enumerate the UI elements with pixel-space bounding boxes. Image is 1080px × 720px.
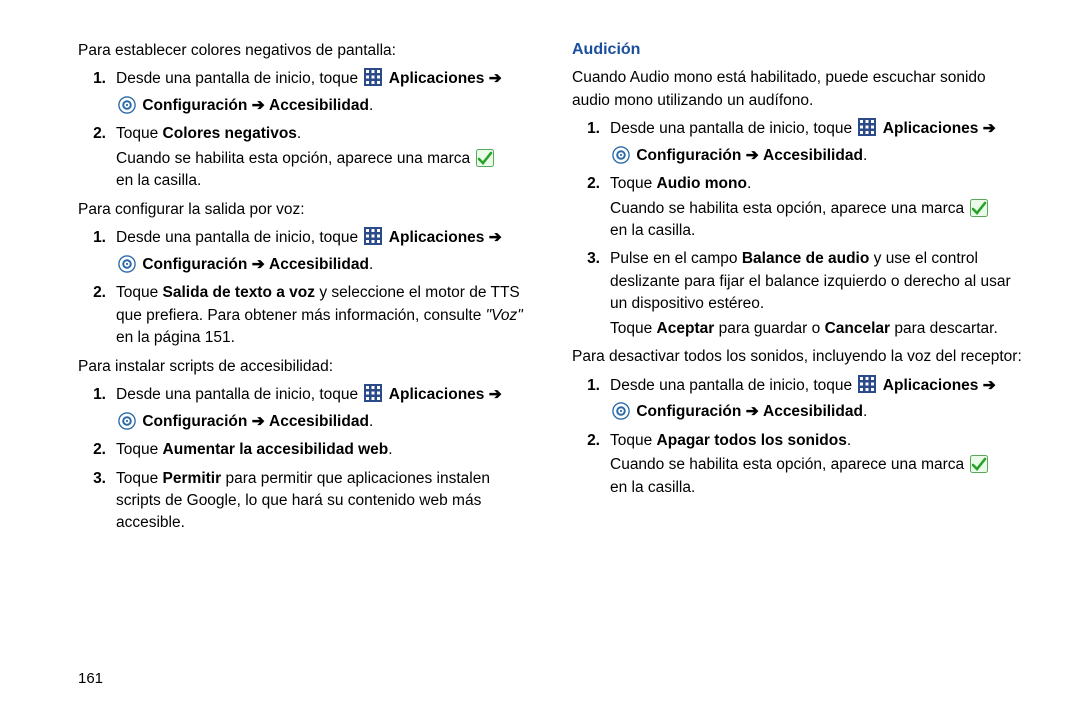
right-column: Audición Cuando Audio mono está habilita… — [572, 34, 1022, 541]
step-text: Toque Colores negativos. Cuando se habil… — [116, 123, 528, 192]
step-text: Desde una pantalla de inicio, toque Apli… — [610, 118, 1022, 167]
hearing-intro: Cuando Audio mono está habilitado, puede… — [572, 67, 1022, 112]
steps-disable-sounds: 1. Desde una pantalla de inicio, toque A… — [572, 375, 1022, 499]
apps-grid-icon — [858, 375, 876, 393]
checkmark-icon — [476, 149, 494, 167]
step-number: 2. — [572, 173, 610, 242]
step-text: Desde una pantalla de inicio, toque Apli… — [116, 68, 528, 117]
settings-gear-icon — [118, 412, 136, 430]
settings-gear-icon — [118, 96, 136, 114]
steps-scripts: 1. Desde una pantalla de inicio, toque A… — [78, 384, 528, 535]
page-number: 161 — [78, 670, 103, 687]
left-column: Para establecer colores negativos de pan… — [78, 34, 528, 541]
step-text: Desde una pantalla de inicio, toque Apli… — [116, 384, 528, 433]
settings-gear-icon — [118, 255, 136, 273]
step-text: Toque Aumentar la accesibilidad web. — [116, 439, 528, 461]
step-text: Pulse en el campo Balance de audio y use… — [610, 248, 1022, 340]
voz-link[interactable]: "Voz" — [486, 307, 523, 324]
step-number: 1. — [572, 375, 610, 424]
steps-negative-colors: 1. Desde una pantalla de inicio, toque A… — [78, 68, 528, 192]
steps-voice-output: 1. Desde una pantalla de inicio, toque A… — [78, 227, 528, 349]
intro-disable-all-sounds: Para desactivar todos los sonidos, inclu… — [572, 346, 1022, 368]
step-number: 1. — [78, 68, 116, 117]
step-text: Toque Apagar todos los sonidos. Cuando s… — [610, 430, 1022, 499]
intro-scripts: Para instalar scripts de accesibilidad: — [78, 356, 528, 378]
step-number: 2. — [78, 439, 116, 461]
intro-voice-output: Para configurar la salida por voz: — [78, 199, 528, 221]
step-text: Desde una pantalla de inicio, toque Apli… — [116, 227, 528, 276]
step-number: 1. — [78, 384, 116, 433]
steps-mono-audio: 1. Desde una pantalla de inicio, toque A… — [572, 118, 1022, 340]
step-number: 2. — [78, 282, 116, 349]
step-text: Desde una pantalla de inicio, toque Apli… — [610, 375, 1022, 424]
step-number: 3. — [572, 248, 610, 340]
step-number: 1. — [572, 118, 610, 167]
apps-grid-icon — [858, 118, 876, 136]
step-number: 2. — [572, 430, 610, 499]
step-number: 1. — [78, 227, 116, 276]
checkmark-icon — [970, 455, 988, 473]
step-number: 2. — [78, 123, 116, 192]
apps-grid-icon — [364, 384, 382, 402]
settings-gear-icon — [612, 146, 630, 164]
checkmark-icon — [970, 199, 988, 217]
step-number: 3. — [78, 468, 116, 535]
step-text: Toque Salida de texto a voz y seleccione… — [116, 282, 528, 349]
intro-negative-colors: Para establecer colores negativos de pan… — [78, 40, 528, 62]
apps-grid-icon — [364, 68, 382, 86]
page-content: Para establecer colores negativos de pan… — [0, 0, 1080, 561]
step-text: Toque Permitir para permitir que aplicac… — [116, 468, 528, 535]
settings-gear-icon — [612, 402, 630, 420]
hearing-heading: Audición — [572, 38, 1022, 61]
apps-grid-icon — [364, 227, 382, 245]
step-text: Toque Audio mono. Cuando se habilita est… — [610, 173, 1022, 242]
